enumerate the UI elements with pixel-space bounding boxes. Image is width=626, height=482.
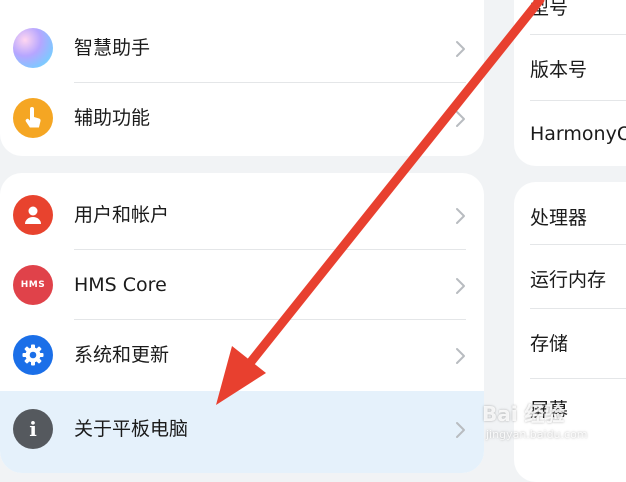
settings-item-label: 智慧助手 [74, 37, 151, 59]
chevron-right-icon [456, 208, 465, 224]
settings-item-label: 用户和帐户 [74, 204, 170, 226]
divider [74, 82, 466, 83]
gear-icon [13, 335, 53, 375]
about-item-ram: 运行内存 [530, 269, 607, 291]
divider [74, 319, 466, 320]
settings-item-smart-assistant[interactable]: 智慧助手 [0, 14, 484, 84]
chevron-right-icon [456, 111, 465, 127]
assistant-icon [13, 28, 53, 68]
settings-item-about-tablet[interactable]: i 关于平板电脑 [0, 391, 484, 473]
settings-item-label: 关于平板电脑 [74, 418, 189, 440]
divider [74, 249, 466, 250]
user-icon [13, 195, 53, 235]
accessibility-hand-icon [13, 98, 53, 138]
about-item-model[interactable]: 型号 [530, 0, 568, 20]
chevron-right-icon [456, 348, 465, 364]
chevron-right-icon [456, 278, 465, 294]
watermark-url: jingyan.baidu.com [486, 428, 588, 441]
hms-icon-text: HMS [20, 280, 46, 290]
divider [530, 308, 626, 309]
settings-group-1: 智慧助手 辅助功能 [0, 0, 484, 156]
divider [530, 378, 626, 379]
settings-group-2: 用户和帐户 HMS HMS Core 系统和更新 i 关于平板电脑 [0, 173, 484, 473]
divider [530, 244, 626, 245]
settings-item-hms-core[interactable]: HMS HMS Core [0, 251, 484, 321]
divider [530, 34, 626, 35]
info-icon-glyph: i [29, 417, 37, 441]
info-icon: i [13, 409, 53, 449]
about-panel-top: 型号 版本号 HarmonyO [514, 0, 626, 166]
settings-item-label: HMS Core [74, 274, 167, 296]
settings-item-accessibility[interactable]: 辅助功能 [0, 84, 484, 154]
chevron-right-icon [456, 41, 465, 57]
settings-item-system-update[interactable]: 系统和更新 [0, 321, 484, 391]
about-item-storage: 存储 [530, 333, 569, 355]
about-item-harmonyos[interactable]: HarmonyO [530, 122, 626, 146]
divider [530, 100, 626, 101]
chevron-right-icon [456, 422, 465, 438]
settings-item-users-accounts[interactable]: 用户和帐户 [0, 181, 484, 251]
settings-item-label: 系统和更新 [74, 344, 170, 366]
settings-item-label: 辅助功能 [74, 107, 151, 129]
watermark: Bai 经验 [482, 402, 565, 426]
hms-icon: HMS [13, 265, 53, 305]
about-item-processor: 处理器 [530, 207, 588, 229]
about-item-version[interactable]: 版本号 [530, 58, 587, 82]
